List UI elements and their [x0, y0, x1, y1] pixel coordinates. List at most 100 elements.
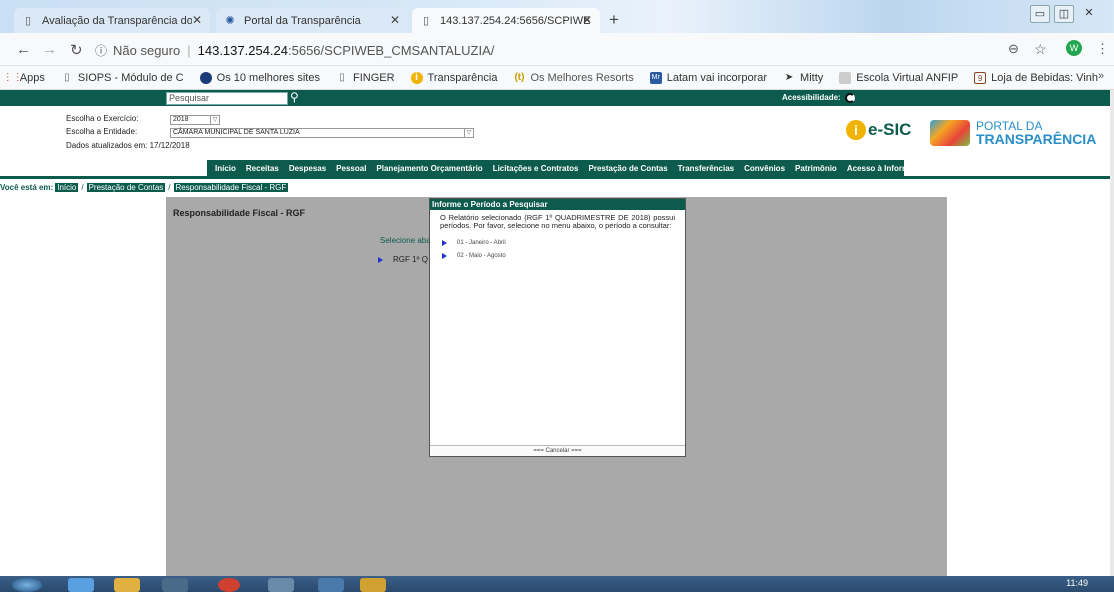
page-title: Responsabilidade Fiscal - RGF: [173, 208, 306, 218]
updated-date-text: Dados atualizados em: 17/12/2018: [66, 141, 190, 150]
forward-arrow-icon[interactable]: →: [42, 41, 57, 58]
browser-tab-3[interactable]: ▯ 143.137.254.24:5656/SCPIWEB_C ✕: [412, 8, 600, 33]
nav-despesas[interactable]: Despesas: [289, 164, 326, 173]
close-icon[interactable]: ✕: [390, 13, 400, 27]
zoom-icon[interactable]: ⊖: [1008, 41, 1019, 57]
close-icon[interactable]: ✕: [582, 13, 592, 27]
bookmarks-more-button[interactable]: »: [1098, 70, 1104, 82]
nav-patrimonio[interactable]: Patrimônio: [795, 164, 837, 173]
site-search-input[interactable]: Pesquisar: [166, 92, 288, 105]
app-icon[interactable]: [318, 578, 344, 592]
app-icon[interactable]: [268, 578, 294, 592]
triangle-right-icon: [378, 256, 383, 263]
back-arrow-icon[interactable]: ←: [16, 41, 31, 58]
chrome-icon[interactable]: [218, 578, 240, 592]
new-tab-button[interactable]: +: [604, 11, 624, 31]
bookmark-loja[interactable]: 9 Loja de Bebidas: Vinh: [974, 71, 1098, 84]
breadcrumb-label: Você está em:: [0, 183, 54, 192]
tab-label: Avaliação da Transparência dos M: [42, 14, 192, 27]
info-icon: i: [846, 120, 866, 140]
tab-strip: ▯ Avaliação da Transparência dos M ✕ ✺ P…: [0, 0, 1114, 33]
period-dialog: Informe o Período a Pesquisar O Relatóri…: [429, 198, 686, 457]
url-input[interactable]: ⓘ Não seguro | 143.137.254.24 :5656/SCPI…: [95, 38, 980, 62]
period-option-label: 01 - Janeiro - Abril: [457, 240, 506, 246]
close-window-button[interactable]: ✕: [1078, 5, 1100, 23]
selecione-text: Selecione aba: [380, 236, 431, 245]
bird-icon: ➤: [784, 71, 794, 83]
exercicio-select[interactable]: 2018 ▽: [170, 115, 220, 125]
nav-acesso[interactable]: Acesso à Informação: [847, 164, 927, 173]
bookmark-siops[interactable]: ▯ SIOPS - Módulo de C: [61, 72, 184, 84]
breadcrumb-separator: /: [81, 183, 84, 192]
people-logo-icon: [930, 120, 970, 146]
bookmark-finger[interactable]: ▯ FINGER: [336, 72, 394, 84]
bookmark-resorts[interactable]: (t) Os Melhores Resorts: [513, 72, 633, 84]
bookmarks-bar: ⋮⋮ Apps ▯ SIOPS - Módulo de C Os 10 melh…: [0, 66, 1114, 90]
folder-icon[interactable]: [114, 578, 140, 592]
bookmark-apps[interactable]: ⋮⋮ Apps: [3, 72, 45, 84]
browser-tab-1[interactable]: ▯ Avaliação da Transparência dos M ✕: [14, 8, 210, 33]
nav-prestacao[interactable]: Prestação de Contas: [589, 164, 668, 173]
portal-logo[interactable]: PORTAL DA TRANSPARÊNCIA: [930, 120, 1096, 146]
restore-button[interactable]: ◫: [1054, 5, 1074, 23]
site-icon: ✺: [225, 14, 235, 27]
cancel-button[interactable]: === Cancelar ===: [430, 445, 685, 456]
main-navigation: Início Receitas Despesas Pessoal Planeja…: [207, 160, 927, 176]
search-icon[interactable]: ⚲: [290, 90, 299, 104]
vertical-scrollbar[interactable]: [1110, 90, 1114, 576]
breadcrumb: Você está em: Início / Prestação de Cont…: [0, 183, 289, 192]
nav-pessoal[interactable]: Pessoal: [336, 164, 366, 173]
bookmark-escola[interactable]: Escola Virtual ANFIP: [839, 71, 958, 84]
start-button-icon[interactable]: [12, 578, 42, 592]
windows-taskbar: 11:49: [0, 576, 1114, 592]
info-icon: i: [410, 71, 423, 84]
store-icon: 9: [974, 71, 987, 84]
portal-title-line2: TRANSPARÊNCIA: [976, 131, 1097, 147]
contrast-icon[interactable]: [845, 93, 855, 103]
app-icon[interactable]: [360, 578, 386, 592]
nav-licitacoes[interactable]: Licitações e Contratos: [493, 164, 579, 173]
bookmark-latam[interactable]: Mr Latam vai incorporar: [649, 71, 768, 84]
breadcrumb-prestacao[interactable]: Prestação de Contas: [86, 183, 166, 192]
entidade-select[interactable]: CÂMARA MUNICIPAL DE SANTA LUZIA ▽: [170, 128, 474, 138]
school-icon: [839, 71, 852, 84]
nav-receitas[interactable]: Receitas: [246, 164, 279, 173]
avatar[interactable]: W: [1066, 40, 1082, 56]
period-option-label: 02 - Maio - Agosto: [457, 253, 506, 259]
minimize-button[interactable]: ▭: [1030, 5, 1050, 23]
period-option-2[interactable]: 02 - Maio - Agosto: [442, 253, 685, 259]
bookmark-transparencia[interactable]: i Transparência: [410, 71, 497, 84]
ie-icon[interactable]: [68, 578, 94, 592]
nav-planejamento[interactable]: Planejamento Orçamentário: [376, 164, 482, 173]
breadcrumb-inicio[interactable]: Início: [55, 183, 79, 192]
nav-transferencias[interactable]: Transferências: [678, 164, 734, 173]
reload-icon[interactable]: ↻: [70, 41, 83, 59]
media-icon[interactable]: [162, 578, 188, 592]
web-page: Pesquisar ⚲ Acessibilidade: Escolha o Ex…: [0, 90, 1114, 592]
bookmark-label: Apps: [19, 71, 45, 84]
star-icon[interactable]: ☆: [1034, 41, 1047, 58]
triangle-right-icon: [442, 240, 447, 246]
bookmark-label: Mitty: [800, 71, 824, 84]
nav-underline: [0, 176, 1110, 179]
bookmark-label: Latam vai incorporar: [666, 71, 768, 84]
rgf-item-label: RGF 1º Q: [393, 255, 428, 264]
resort-icon: (t): [514, 71, 525, 83]
esic-logo[interactable]: i e-SIC: [846, 120, 911, 140]
nav-convenios[interactable]: Convênios: [744, 164, 785, 173]
accessibility-label: Acessibilidade:: [782, 93, 841, 102]
menu-icon[interactable]: ⋮: [1096, 41, 1109, 57]
bookmark-mitty[interactable]: ➤ Mitty: [783, 72, 823, 84]
browser-tab-2[interactable]: ✺ Portal da Transparência ✕: [216, 8, 408, 33]
nav-inicio[interactable]: Início: [215, 164, 236, 173]
circle-icon: [199, 71, 212, 84]
info-icon[interactable]: ⓘ: [95, 42, 107, 59]
breadcrumb-rgf[interactable]: Responsabilidade Fiscal - RGF: [173, 183, 289, 192]
close-icon[interactable]: ✕: [192, 13, 202, 27]
exercicio-label: Escolha o Exercício:: [66, 114, 139, 123]
entidade-label: Escolha a Entidade:: [66, 127, 138, 136]
chevron-down-icon: ▽: [464, 128, 473, 138]
rgf-list-item[interactable]: RGF 1º Q: [378, 255, 428, 264]
bookmark-label: SIOPS - Módulo de C: [77, 71, 184, 84]
bookmark-10-melhores[interactable]: Os 10 melhores sites: [199, 71, 320, 84]
